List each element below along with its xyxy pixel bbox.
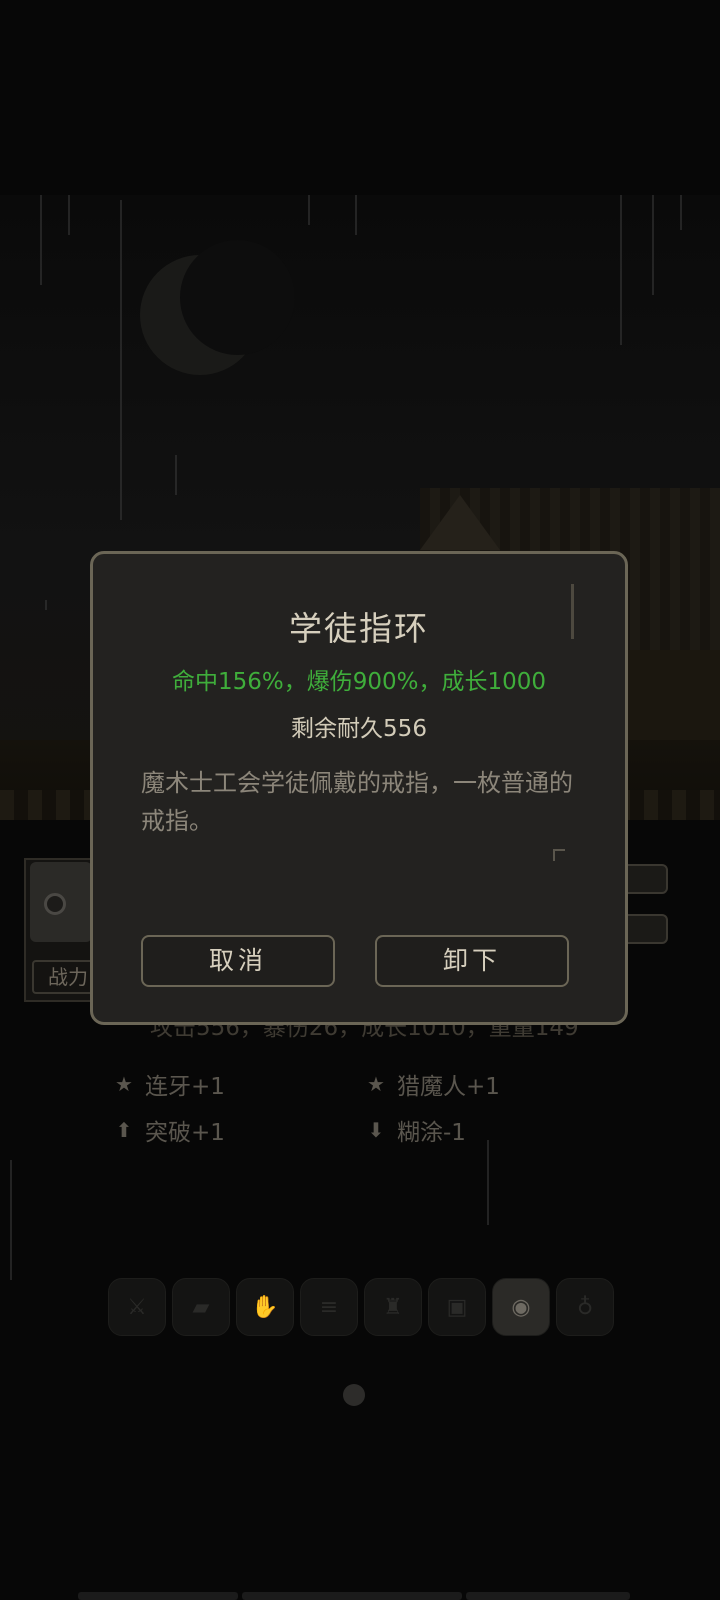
rain-streak bbox=[620, 195, 622, 345]
trait-item: ★ 连牙+1 bbox=[113, 1067, 225, 1101]
unequip-button[interactable]: 卸下 bbox=[375, 935, 569, 987]
sword-icon[interactable]: ⚔ bbox=[108, 1278, 166, 1336]
moon-shadow bbox=[180, 240, 295, 355]
nav-bar-segment bbox=[466, 1592, 630, 1600]
trait-label: 糊涂-1 bbox=[397, 1120, 466, 1146]
rain-streak bbox=[487, 1140, 489, 1225]
trait-item: ⬇ 糊涂-1 bbox=[365, 1113, 466, 1147]
glove-icon[interactable]: ✋ bbox=[236, 1278, 294, 1336]
item-durability: 剩余耐久556 bbox=[291, 716, 427, 742]
roof-gable bbox=[420, 495, 500, 550]
rain-streak bbox=[40, 195, 42, 285]
rain-streak bbox=[652, 195, 654, 295]
trait-label: 猎魔人+1 bbox=[397, 1074, 500, 1100]
rain-streak bbox=[10, 1160, 12, 1280]
item-detail-dialog: 学徒指环 命中156%，爆伤900%，成长1000 剩余耐久556 魔术士工会学… bbox=[90, 551, 628, 1025]
trait-label: 突破+1 bbox=[145, 1120, 225, 1146]
rain-streak bbox=[175, 455, 177, 495]
corner-marker bbox=[553, 849, 565, 861]
belt-icon[interactable]: ≡ bbox=[300, 1278, 358, 1336]
nav-bar-segment bbox=[78, 1592, 238, 1600]
item-title: 学徒指环 bbox=[289, 609, 429, 648]
trait-item: ★ 猎魔人+1 bbox=[365, 1067, 500, 1101]
item-stats: 命中156%，爆伤900%，成长1000 bbox=[171, 669, 547, 695]
ring-icon[interactable]: ◉ bbox=[492, 1278, 550, 1336]
arrow-down-icon: ⬇ bbox=[367, 1118, 385, 1142]
item-description: 魔术士工会学徒佩戴的戒指，一枚普通的戒指。 bbox=[141, 769, 573, 835]
bag-icon[interactable]: ▣ bbox=[428, 1278, 486, 1336]
page-indicator bbox=[343, 1384, 365, 1406]
eye-icon bbox=[44, 893, 66, 915]
arrow-up-icon: ⬆ bbox=[115, 1118, 133, 1142]
trait-item: ⬆ 突破+1 bbox=[113, 1113, 225, 1147]
boots-icon[interactable]: ▰ bbox=[172, 1278, 230, 1336]
armor-icon[interactable]: ♜ bbox=[364, 1278, 422, 1336]
amulet-icon[interactable]: ♁ bbox=[556, 1278, 614, 1336]
trait-label: 连牙+1 bbox=[145, 1074, 225, 1100]
rain-streak bbox=[68, 195, 70, 235]
cancel-button[interactable]: 取消 bbox=[141, 935, 335, 987]
rain-streak bbox=[45, 600, 47, 610]
star-icon: ★ bbox=[115, 1072, 133, 1096]
rain-streak bbox=[355, 195, 357, 235]
rain-streak bbox=[120, 200, 122, 520]
nav-bar-segment bbox=[242, 1592, 462, 1600]
rain-streak bbox=[680, 195, 682, 230]
rain-streak bbox=[308, 195, 310, 225]
equipment-slot-bar: ⚔ ▰ ✋ ≡ ♜ ▣ ◉ ♁ bbox=[108, 1278, 614, 1336]
star-icon: ★ bbox=[367, 1072, 385, 1096]
